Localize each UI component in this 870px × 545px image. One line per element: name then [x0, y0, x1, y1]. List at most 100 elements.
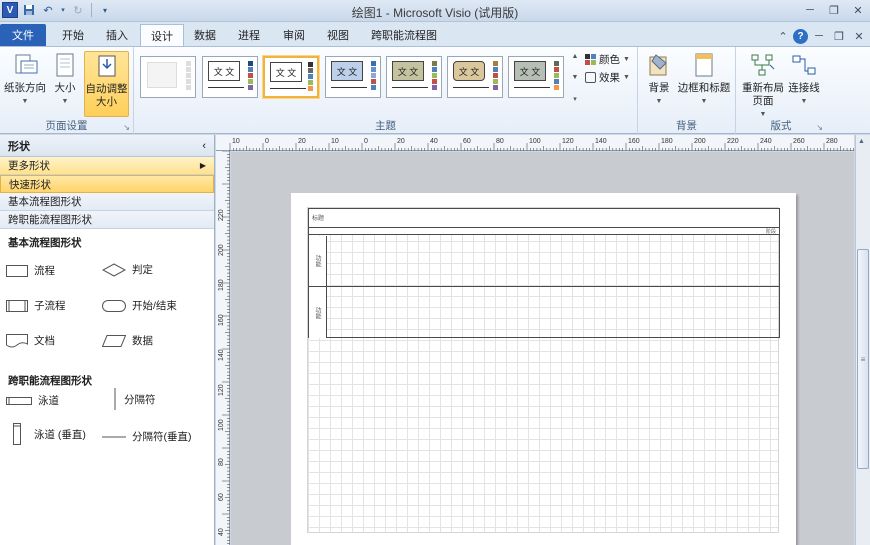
- theme-selected[interactable]: 文 文: [263, 56, 319, 98]
- cross-functional-flowchart[interactable]: 标题 阶段 功能 功能: [308, 208, 780, 338]
- shape-subprocess[interactable]: 子流程: [6, 298, 66, 313]
- swimlane-1-header[interactable]: 功能: [309, 236, 327, 286]
- cff-title-bar[interactable]: 标题: [309, 209, 779, 228]
- terminator-shape-icon: [102, 299, 126, 312]
- stencil-cross-functional[interactable]: 跨职能流程图形状: [0, 211, 214, 229]
- ribbon-tabs: 文件 开始 插入 设计 数据 进程 审阅 视图 跨职能流程图 ⌃ ? ─ ❐ ✕: [0, 22, 870, 46]
- vertical-scrollbar[interactable]: ▲ ≡: [855, 135, 870, 545]
- ruler-label: 120: [562, 138, 574, 145]
- shape-process[interactable]: 流程: [6, 263, 55, 278]
- borders-titles-button[interactable]: 边框和标题 ▼: [676, 51, 732, 108]
- orientation-icon: [15, 54, 38, 74]
- process-shape-icon: [6, 264, 28, 277]
- theme-olive[interactable]: 文 文: [386, 56, 442, 98]
- group-label-layout: 版式: [770, 120, 792, 132]
- theme-gray[interactable]: 文 文: [508, 56, 564, 98]
- chevron-right-icon: ▶: [199, 161, 206, 170]
- ruler-label: 180: [218, 279, 225, 291]
- tab-cross-functional-flowchart[interactable]: 跨职能流程图: [361, 24, 447, 46]
- gallery-down-icon[interactable]: ▼: [572, 74, 579, 81]
- size-button[interactable]: 大小 ▼: [48, 51, 82, 108]
- shape-separator-vertical[interactable]: 分隔符(垂直): [102, 429, 192, 444]
- doc-restore-icon[interactable]: ❐: [830, 26, 848, 46]
- drawing-page[interactable]: 标题 阶段 功能 功能: [291, 193, 796, 545]
- colors-button[interactable]: 颜色 ▼: [585, 52, 630, 67]
- close-icon[interactable]: ✕: [846, 0, 870, 20]
- ribbon-design: 纸张方向 ▼ 大小 ▼ 自动调整 大小 页面设置 ↘ 文 文 文 文 文 文 文…: [0, 46, 870, 135]
- shapes-pane-title: 形状: [8, 140, 30, 153]
- theme-tan[interactable]: 文 文: [447, 56, 503, 98]
- tab-design[interactable]: 设计: [140, 24, 184, 46]
- shape-start-end[interactable]: 开始/结束: [102, 298, 177, 313]
- swimlane-1[interactable]: 功能: [309, 236, 779, 287]
- effects-button[interactable]: 效果 ▼: [585, 70, 630, 85]
- ruler-label: 140: [218, 349, 225, 361]
- shape-swimlane-vertical[interactable]: 泳道 (垂直): [12, 423, 86, 445]
- tab-file[interactable]: 文件: [0, 24, 46, 46]
- gallery-up-icon[interactable]: ▲: [572, 53, 579, 60]
- theme-none[interactable]: [140, 56, 196, 98]
- title-bar: V ↶ ▾ ↻ ▾ 绘图1 - Microsoft Visio (试用版) ─ …: [0, 0, 870, 22]
- ruler-label: 40: [218, 528, 225, 536]
- swimlane-vertical-shape-icon: [13, 423, 21, 445]
- effects-icon: [585, 72, 596, 83]
- tab-process[interactable]: 进程: [228, 24, 270, 46]
- group-themes: 文 文 文 文 文 文 文 文 文 文 文 文 ▲ ▼ ▾ 颜色 ▼ 效果 ▼ …: [134, 47, 638, 135]
- minimize-icon[interactable]: ─: [798, 0, 822, 20]
- shape-decision[interactable]: 判定: [102, 262, 153, 277]
- stencil-quick-shapes[interactable]: 快速形状: [0, 175, 214, 193]
- connectors-icon: [792, 55, 816, 75]
- theme-blue[interactable]: 文 文: [325, 56, 381, 98]
- shape-separator[interactable]: 分隔符: [112, 388, 156, 410]
- stencil-more-shapes[interactable]: 更多形状 ▶: [0, 157, 214, 175]
- ruler-label: 160: [628, 138, 640, 145]
- tab-view[interactable]: 视图: [317, 24, 359, 46]
- relayout-page-button[interactable]: 重新布局 页面 ▼: [740, 51, 786, 121]
- ruler-label: 180: [661, 138, 673, 145]
- shape-data[interactable]: 数据: [102, 333, 153, 348]
- shape-swimlane[interactable]: 泳道: [6, 393, 59, 408]
- ruler-label: 0: [364, 138, 368, 145]
- tab-home[interactable]: 开始: [52, 24, 94, 46]
- vertical-ruler: 22020018016014012010080604020: [216, 150, 230, 545]
- help-icon[interactable]: ?: [793, 28, 808, 44]
- swimlane-2-header[interactable]: 功能: [309, 287, 327, 338]
- background-button[interactable]: 背景 ▼: [642, 51, 676, 108]
- group-layout: 重新布局 页面 ▼ 连接线 ▼ 版式 ↘: [736, 47, 826, 135]
- colors-icon: [585, 54, 596, 65]
- connectors-button[interactable]: 连接线 ▼: [786, 51, 822, 108]
- ruler-label: 20: [298, 138, 306, 145]
- restore-icon[interactable]: ❐: [822, 0, 846, 20]
- tab-review[interactable]: 审阅: [273, 24, 315, 46]
- minimize-ribbon-icon[interactable]: ⌃: [775, 26, 791, 46]
- collapse-pane-icon[interactable]: ‹: [202, 140, 206, 152]
- tab-insert[interactable]: 插入: [96, 24, 138, 46]
- drawing-canvas[interactable]: 标题 阶段 功能 功能: [231, 152, 854, 545]
- horizontal-ruler: 10 0 20 10 0 20 40 60 80 100 120 140 160 180 200 220 240…: [216, 135, 870, 151]
- layout-launcher-icon[interactable]: ↘: [816, 123, 823, 132]
- scroll-up-icon[interactable]: ▲: [858, 138, 865, 145]
- stencil-basic-flowchart[interactable]: 基本流程图形状: [0, 193, 214, 211]
- shape-document[interactable]: 文档: [6, 333, 55, 348]
- theme-gallery-scroll[interactable]: ▲ ▼ ▾: [570, 53, 580, 103]
- relayout-icon: [751, 54, 775, 76]
- ruler-label: 260: [793, 138, 805, 145]
- doc-minimize-icon[interactable]: ─: [810, 26, 828, 46]
- ruler-label: 0: [265, 138, 269, 145]
- doc-close-icon[interactable]: ✕: [850, 26, 868, 46]
- ribbon-right-controls: ⌃ ? ─ ❐ ✕: [775, 26, 868, 46]
- ruler-label: 40: [430, 138, 438, 145]
- page-setup-launcher-icon[interactable]: ↘: [123, 123, 130, 132]
- tab-data[interactable]: 数据: [184, 24, 226, 46]
- ruler-label: 10: [232, 138, 240, 145]
- scrollbar-thumb[interactable]: ≡: [857, 249, 869, 469]
- swimlane-2[interactable]: 功能: [309, 287, 779, 338]
- cff-phase-bar[interactable]: 阶段: [309, 228, 779, 235]
- orientation-button[interactable]: 纸张方向 ▼: [4, 51, 46, 108]
- ruler-label: 120: [218, 384, 225, 396]
- autofit-size-button[interactable]: 自动调整 大小: [84, 51, 129, 117]
- theme-office[interactable]: 文 文: [202, 56, 258, 98]
- gallery-more-icon[interactable]: ▾: [573, 95, 577, 103]
- document-shape-icon: [6, 333, 28, 347]
- group-label-themes: 主题: [375, 120, 396, 132]
